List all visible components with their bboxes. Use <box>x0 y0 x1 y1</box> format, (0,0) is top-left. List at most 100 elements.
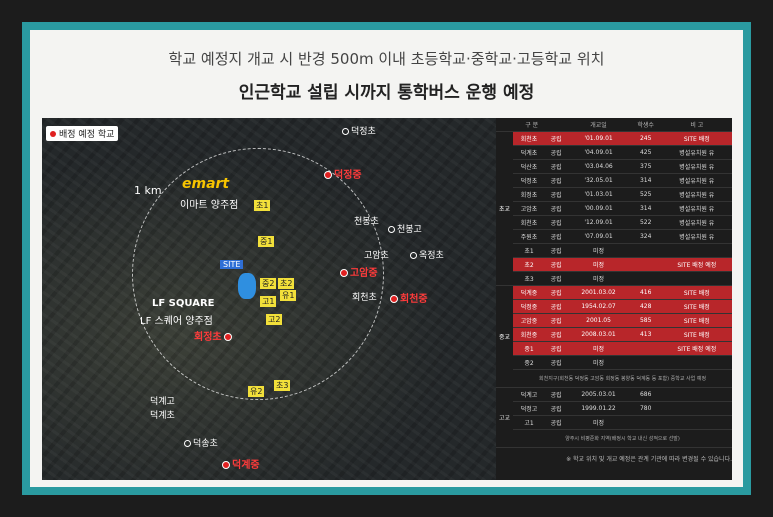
table-cell: 375 <box>629 159 662 174</box>
table-cell: 병설유치원 유 <box>661 187 732 202</box>
table-cell: 주원초 <box>513 229 545 244</box>
table-cell: 회천초 <box>513 131 545 146</box>
table-cell: 회정초 <box>513 187 545 202</box>
table-cell: 522 <box>629 215 662 230</box>
tag-yu2: 유2 <box>248 386 265 397</box>
table-cell: 2001.03.02 <box>567 285 630 300</box>
table-cell: 미정 <box>567 257 630 272</box>
table-cell: 2001.05 <box>567 313 630 328</box>
red-dot-icon <box>50 131 56 137</box>
table-row: 회천중 공립 2008.03.01 413 SITE 배정 <box>496 327 732 342</box>
table-cell <box>661 415 732 430</box>
tag-go1: 고1 <box>260 296 277 307</box>
table-cell <box>629 355 662 370</box>
tag-go2: 고2 <box>266 314 283 325</box>
place-deokjeong-elem: 덕정초 <box>342 124 376 137</box>
place-deoksong-elem: 덕송초 <box>184 436 218 449</box>
table-row: 초2 공립 미정 SITE 배정 예정 <box>496 257 732 272</box>
table-cell: 1999.01.22 <box>567 401 630 416</box>
table-cell: SITE 배정 <box>661 327 732 342</box>
table-cell: 초2 <box>513 257 545 272</box>
table-row: 회정초 공립 '01.03.01 525 병설유치원 유 <box>496 187 732 202</box>
table-cell: 공립 <box>544 201 568 216</box>
map-legend: 배정 예정 학교 <box>46 126 119 141</box>
table-cell: 공립 <box>544 243 568 258</box>
table-cell: 공립 <box>544 313 568 328</box>
table-note: 회천지구(회천동 덕정동 고암동 회정동 봉양동 덕계동 등 포함) 중학교 사… <box>513 369 732 388</box>
table-cell: 525 <box>629 187 662 202</box>
table-cell: 고암초 <box>513 201 545 216</box>
table-cell <box>661 387 732 402</box>
table-cell: 314 <box>629 173 662 188</box>
table-cell: 고암중 <box>513 313 545 328</box>
section-label: 초교 <box>496 131 514 286</box>
table-cell: 324 <box>629 229 662 244</box>
table-cell: 공립 <box>544 145 568 160</box>
table-cell: '32.05.01 <box>567 173 630 188</box>
table-cell: 덕정고 <box>513 401 545 416</box>
table-cell: 공립 <box>544 173 568 188</box>
table-cell: 686 <box>629 387 662 402</box>
table-row: 회천초 공립 '12.09.01 522 병설유치원 유 <box>496 215 732 230</box>
radius-label: 1 km <box>134 184 162 197</box>
table-row: 주원초 공립 '07.09.01 324 병설유치원 유 <box>496 229 732 244</box>
table-cell: SITE 배정 예정 <box>661 341 732 356</box>
table-cell: 공립 <box>544 159 568 174</box>
table-cell: '00.09.01 <box>567 201 630 216</box>
table-cell: SITE 배정 <box>661 285 732 300</box>
table-cell: SITE 배정 예정 <box>661 257 732 272</box>
main-panel: 학교 예정지 개교 시 반경 500m 이내 초등학교·중학교·고등학교 위치 … <box>30 30 743 487</box>
table-cell: 초1 <box>513 243 545 258</box>
table-cell: 병설유치원 유 <box>661 145 732 160</box>
tag-cho3: 초3 <box>274 380 291 391</box>
table-cell <box>629 341 662 356</box>
emart-logo: emart <box>182 176 230 192</box>
table-cell: 585 <box>629 313 662 328</box>
lf-label-en: LF SQUARE <box>152 298 215 309</box>
school-goam-mid: 고암중 <box>340 264 378 279</box>
table-row: 고암중 공립 2001.05 585 SITE 배정 <box>496 313 732 328</box>
table-cell: '03.04.06 <box>567 159 630 174</box>
table-cell: 공립 <box>544 341 568 356</box>
table-cell: 병설유치원 유 <box>661 173 732 188</box>
place-cheonbong-high: 천봉고 <box>388 222 422 235</box>
section-label: 중교 <box>496 285 514 388</box>
table-cell: '12.09.01 <box>567 215 630 230</box>
site-area <box>238 273 256 299</box>
table-cell: 미정 <box>567 243 630 258</box>
table-row: 덕계초 공립 '04.09.01 425 병설유치원 유 <box>496 145 732 160</box>
place-deokgye-elem: 덕계초 <box>150 411 175 421</box>
table-cell: 공립 <box>544 355 568 370</box>
table-cell <box>661 243 732 258</box>
table-row: 초교 회천초 공립 '01.09.01 245 SITE 배정 <box>496 131 732 286</box>
table-row: 덕정중 공립 1954.02.07 428 SITE 배정 <box>496 299 732 314</box>
table-cell: 공립 <box>544 299 568 314</box>
place-goam-elem: 고암초 <box>364 251 389 261</box>
table-cell: 중1 <box>513 341 545 356</box>
table-cell: 공립 <box>544 285 568 300</box>
table-cell: 314 <box>629 201 662 216</box>
table-cell: 2005.03.01 <box>567 387 630 402</box>
table-row: 고교 덕계고 공립 2005.03.01 686 <box>496 387 732 448</box>
subtitle: 학교 예정지 개교 시 반경 500m 이내 초등학교·중학교·고등학교 위치 <box>168 50 605 68</box>
table-cell: SITE 배정 <box>661 299 732 314</box>
school-hoejeong-elem: 회정초 <box>194 328 234 343</box>
school-map: 배정 예정 학교 1 km emart 이마트 양주점 LF SQUARE LF… <box>42 118 496 480</box>
tag-jung2: 중2 <box>260 278 277 289</box>
table-row: 초1 공립 미정 <box>496 243 732 258</box>
table-cell: 413 <box>629 327 662 342</box>
table-row: 고암초 공립 '00.09.01 314 병설유치원 유 <box>496 201 732 216</box>
table-cell <box>661 355 732 370</box>
school-hoecheon-mid: 회천중 <box>390 290 428 305</box>
table-cell: 미정 <box>567 341 630 356</box>
table-row: 덕정고 공립 1999.01.22 780 <box>496 401 732 416</box>
table-cell: 병설유치원 유 <box>661 201 732 216</box>
table-row: 고1 공립 미정 <box>496 415 732 430</box>
table-row: 초3 공립 미정 <box>496 271 732 286</box>
table-cell <box>661 271 732 286</box>
col-students: 학생수 <box>629 118 662 132</box>
table-cell: 공립 <box>544 229 568 244</box>
table-cell: SITE 배정 <box>661 131 732 146</box>
table-cell: 병설유치원 유 <box>661 159 732 174</box>
table-note: 양주시 비평준화 지역(배정시 학교 내신 성적으로 선발) <box>513 429 732 448</box>
